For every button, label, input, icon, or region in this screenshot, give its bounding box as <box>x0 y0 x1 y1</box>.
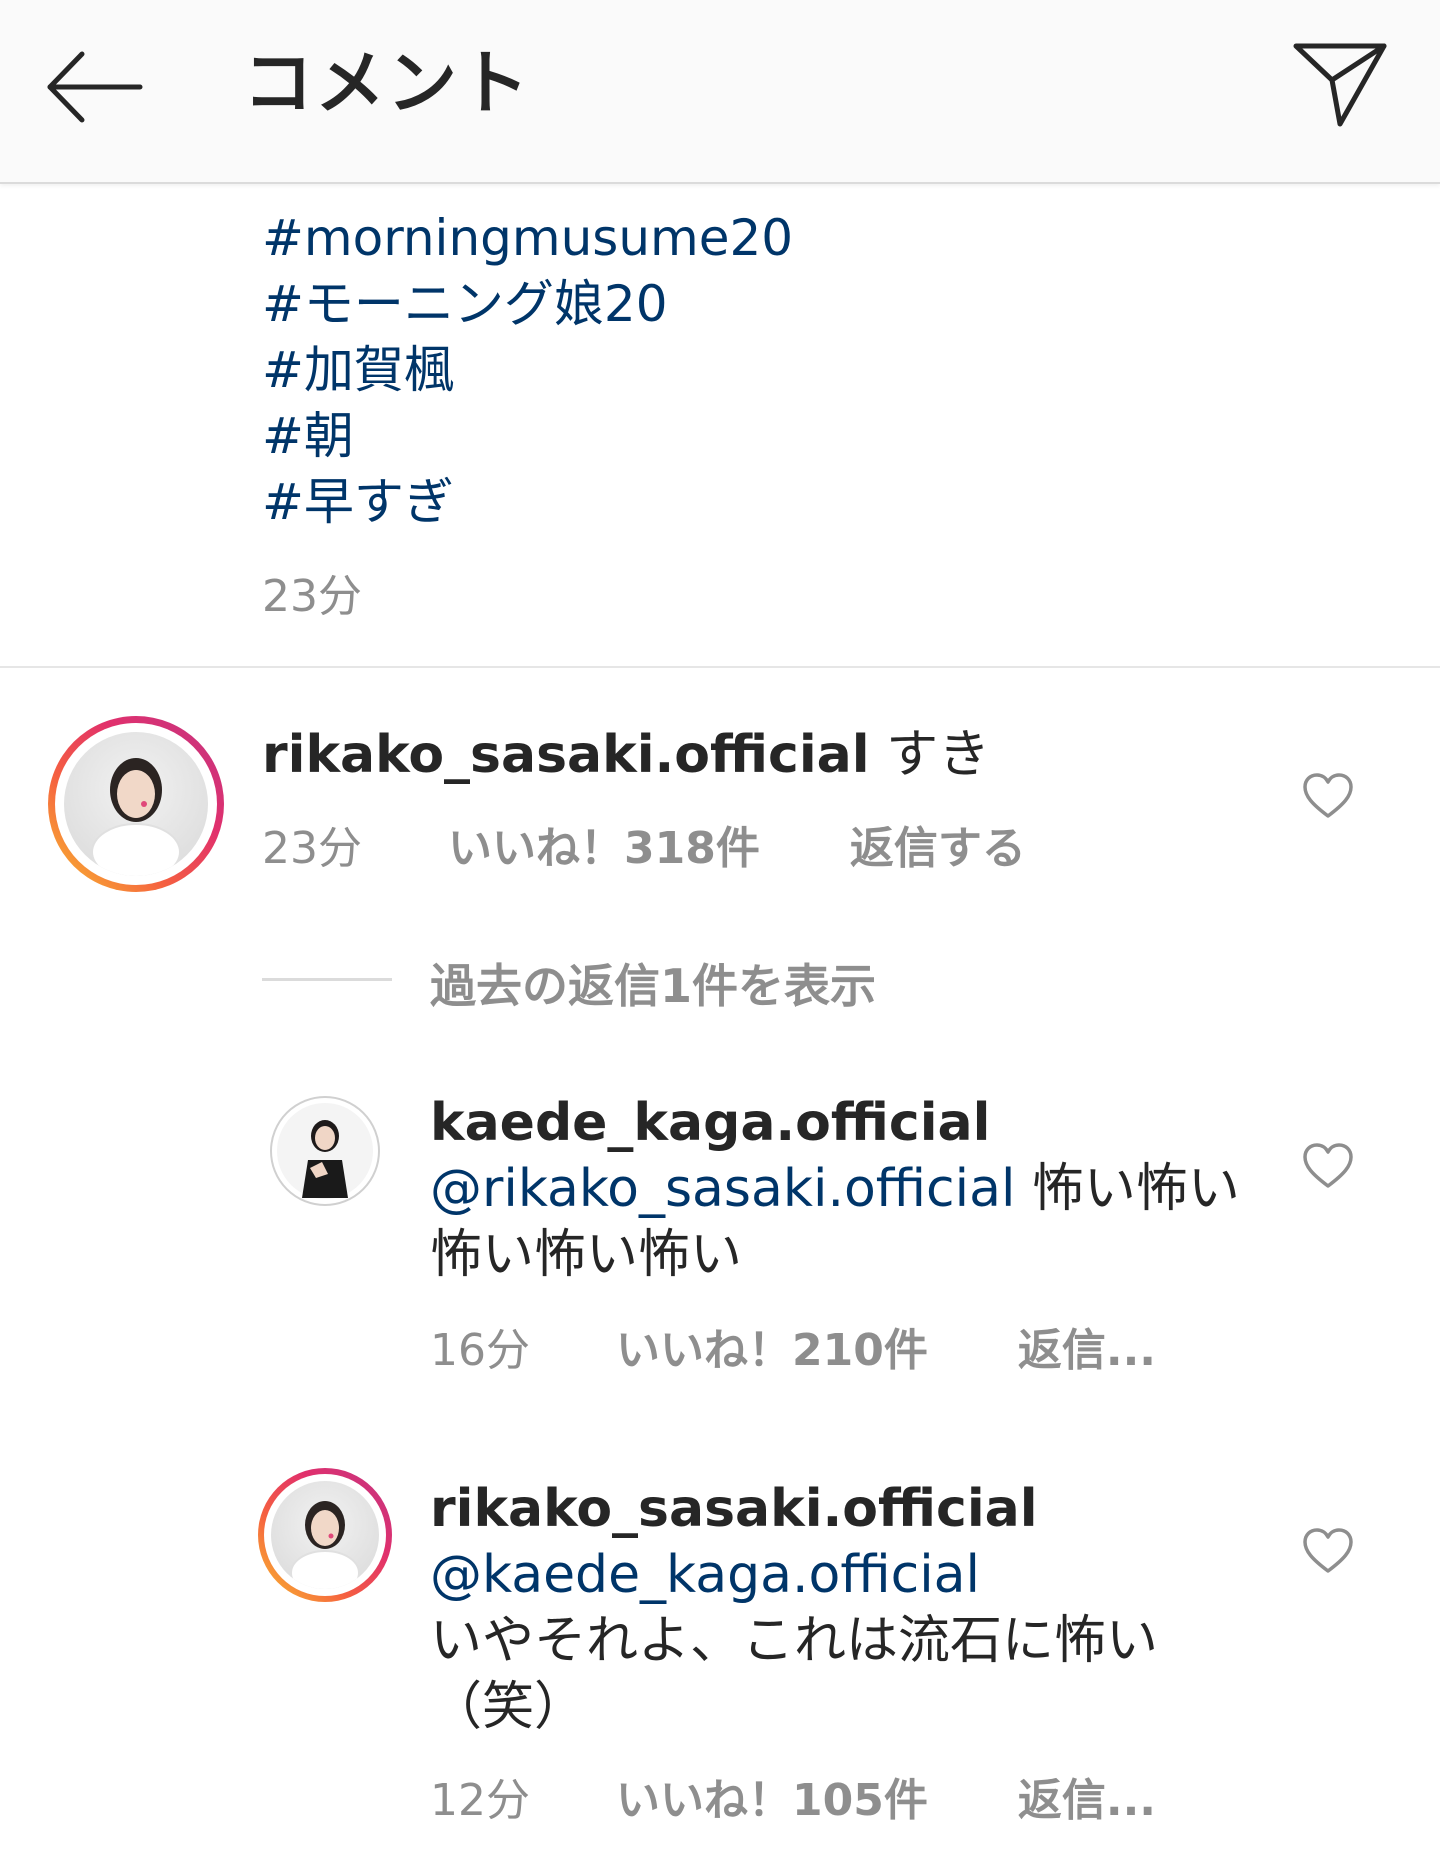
reply-button[interactable]: 返信... <box>1018 1764 1156 1828</box>
paper-plane-icon <box>1293 43 1387 127</box>
reply-timestamp: 12分 <box>430 1775 530 1826</box>
avatar <box>271 1481 379 1589</box>
reply-text: いやそれよ、これは流石に怖い <box>430 1611 1159 1671</box>
reply-likes[interactable]: いいね！210件 <box>616 1314 928 1378</box>
profile-photo-icon <box>91 758 181 876</box>
reply-body: kaede_kaga.official @rikako_sasaki.offic… <box>430 1090 1260 1288</box>
arrow-left-icon <box>47 51 143 123</box>
hashtag-link[interactable]: #モーニング娘20 <box>262 271 793 337</box>
heart-icon[interactable] <box>1302 772 1354 820</box>
reply-meta: 12分 いいね！105件 返信... <box>430 1764 1156 1828</box>
profile-photo-icon <box>290 1501 360 1589</box>
hashtag-link[interactable]: #朝 <box>262 403 793 469</box>
share-button[interactable] <box>1290 40 1390 130</box>
avatar[interactable] <box>270 1096 380 1206</box>
heart-icon[interactable] <box>1302 1527 1354 1575</box>
reply-username[interactable]: rikako_sasaki.official <box>430 1476 1260 1542</box>
avatar-story-ring[interactable] <box>48 716 224 892</box>
caption-hashtags: #morningmusume20 #モーニング娘20 #加賀楓 #朝 #早すぎ <box>262 205 793 535</box>
comment-meta: 23分 いいね！318件 返信する <box>262 812 1026 876</box>
hashtag-link[interactable]: #早すぎ <box>262 469 793 535</box>
reply-username[interactable]: kaede_kaga.official <box>430 1090 1260 1156</box>
comment-text: すき <box>869 725 991 785</box>
reply-button[interactable]: 返信... <box>1018 1314 1156 1378</box>
comment-username[interactable]: rikako_sasaki.official <box>262 725 870 785</box>
heart-icon[interactable] <box>1302 1142 1354 1190</box>
section-divider <box>0 666 1440 668</box>
reply-button[interactable]: 返信する <box>850 812 1026 876</box>
top-bar: コメント <box>0 0 1440 184</box>
reply-meta: 16分 いいね！210件 返信... <box>430 1314 1156 1378</box>
reply-body: rikako_sasaki.official @kaede_kaga.offic… <box>430 1476 1260 1740</box>
reply-text-continued: 怖い怖い怖い <box>430 1225 743 1285</box>
page-title: コメント <box>243 42 531 124</box>
profile-photo-icon <box>277 1103 373 1199</box>
view-replies-label: 過去の返信1件を表示 <box>430 959 877 1013</box>
comment-body: rikako_sasaki.official すき <box>262 722 990 788</box>
reply-timestamp: 16分 <box>430 1325 530 1376</box>
hashtag-link[interactable]: #morningmusume20 <box>262 205 793 271</box>
reply-text-continued: （笑） <box>430 1677 587 1737</box>
mention-link[interactable]: @kaede_kaga.official <box>430 1542 1260 1608</box>
comment-likes[interactable]: いいね！318件 <box>448 812 760 876</box>
mention-link[interactable]: @rikako_sasaki.official <box>430 1159 1015 1219</box>
replies-divider-line <box>262 978 392 981</box>
hashtag-link[interactable]: #加賀楓 <box>262 337 793 403</box>
reply-text: 怖い怖い <box>1015 1159 1240 1219</box>
back-button[interactable] <box>44 44 144 130</box>
reply-likes[interactable]: いいね！105件 <box>616 1764 928 1828</box>
avatar-story-ring[interactable] <box>258 1468 392 1602</box>
comment-timestamp: 23分 <box>262 823 362 874</box>
caption-timestamp: 23分 <box>262 571 362 622</box>
avatar <box>64 732 208 876</box>
